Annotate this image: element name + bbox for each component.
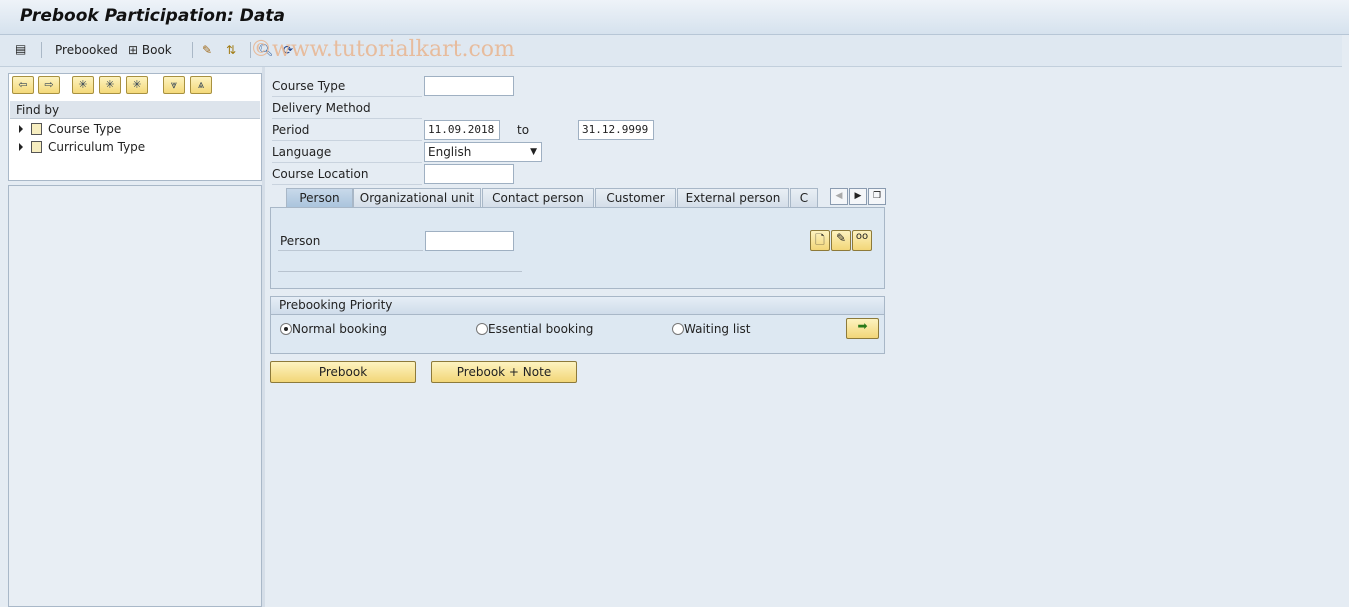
chevron-down-icon[interactable]: ▼ <box>530 143 537 161</box>
course-type-label: Course Type <box>272 76 422 97</box>
tab-person[interactable]: Person <box>286 188 353 208</box>
person-tab-panel: Person 🗋 ✎ oo <box>270 207 885 289</box>
language-select[interactable]: English ▼ <box>424 142 542 162</box>
period-to-label: to <box>517 123 530 137</box>
forward-arrow-icon[interactable]: ⇨ <box>38 76 60 94</box>
navigator-result-panel <box>8 185 262 607</box>
expand-all-icon[interactable]: ⩔ <box>163 76 185 94</box>
tab-scroll-right-icon[interactable]: ▶ <box>849 188 867 205</box>
create-icon[interactable]: 🗋 <box>810 230 830 251</box>
tab-external-person[interactable]: External person <box>677 188 789 208</box>
delivery-method-label: Delivery Method <box>272 98 422 119</box>
node-icon[interactable]: ✳ <box>99 76 121 94</box>
course-location-label: Course Location <box>272 164 422 185</box>
document-icon <box>31 141 42 153</box>
radio-label: Waiting list <box>684 322 751 336</box>
prebook-button[interactable]: Prebook <box>270 361 416 383</box>
book-label: Book <box>141 43 172 57</box>
back-arrow-icon[interactable]: ⇦ <box>12 76 34 94</box>
tree-item-course-type[interactable]: Course Type <box>19 122 121 136</box>
tab-organizational-unit[interactable]: Organizational unit <box>353 188 481 208</box>
display-glasses-icon[interactable]: oo <box>852 230 872 251</box>
radio-waiting-list[interactable]: Waiting list <box>672 322 751 336</box>
prebooked-button[interactable]: Prebooked <box>55 43 118 57</box>
tab-customer[interactable]: Customer <box>595 188 676 208</box>
prebooking-priority-title: Prebooking Priority <box>271 297 884 315</box>
course-location-input[interactable] <box>424 164 514 184</box>
tab-contact-person[interactable]: Contact person <box>482 188 594 208</box>
tree-label: Curriculum Type <box>48 140 146 154</box>
expand-icon[interactable] <box>19 143 23 151</box>
period-from-input[interactable]: 11.09.2018 <box>424 120 500 140</box>
search-icon[interactable]: 🔍︎ <box>258 43 273 57</box>
person-label: Person <box>278 231 423 251</box>
find-by-header: Find by <box>10 101 260 119</box>
radio-essential-booking[interactable]: Essential booking <box>476 322 593 336</box>
tab-more[interactable]: C <box>790 188 818 208</box>
splitter-handle[interactable] <box>262 67 265 607</box>
language-value: English <box>428 145 472 159</box>
add-node-icon[interactable]: ✳ <box>72 76 94 94</box>
move-icon[interactable]: ⇅ <box>226 43 236 57</box>
prebooking-priority-group: Prebooking Priority Normal booking Essen… <box>270 296 885 354</box>
book-button[interactable]: ⊞ Book <box>128 43 172 57</box>
collapse-all-icon[interactable]: ⩓ <box>190 76 212 94</box>
navigation-tree-panel: ⇦ ⇨ ✳ ✳ ✳ ⩔ ⩓ Find by Course Type Curric… <box>8 73 262 181</box>
period-label: Period <box>272 120 422 141</box>
period-to-input[interactable]: 31.12.9999 <box>578 120 654 140</box>
expand-icon[interactable] <box>19 125 23 133</box>
scroll-icon[interactable]: ✎ <box>202 43 212 57</box>
radio-label: Essential booking <box>488 322 594 336</box>
application-toolbar: ▤ Prebooked ⊞ Book ✎ ⇅ 🔍︎ ⟳ <box>0 35 1342 67</box>
list-icon[interactable]: ▤ <box>15 42 26 56</box>
tab-list-icon[interactable]: ❐ <box>868 188 886 205</box>
language-label: Language <box>272 142 422 163</box>
radio-label: Normal booking <box>292 322 388 336</box>
page-title: Prebook Participation: Data <box>20 6 285 26</box>
tree-item-curriculum-type[interactable]: Curriculum Type <box>19 140 145 154</box>
document-icon <box>31 123 42 135</box>
tab-scroll-left-icon[interactable]: ◀ <box>830 188 848 205</box>
refresh-icon[interactable]: ⟳ <box>283 43 293 57</box>
delete-node-icon[interactable]: ✳ <box>126 76 148 94</box>
prebook-note-button[interactable]: Prebook + Note <box>431 361 577 383</box>
title-bar: Prebook Participation: Data <box>0 0 1349 35</box>
radio-normal-booking[interactable]: Normal booking <box>280 322 387 336</box>
edit-pencil-icon[interactable]: ✎ <box>831 230 851 251</box>
person-input[interactable] <box>425 231 514 251</box>
tree-label: Course Type <box>48 122 122 136</box>
course-type-input[interactable] <box>424 76 514 96</box>
transfer-icon[interactable]: ➡ <box>846 318 879 339</box>
hierarchy-icon: ⊞ <box>128 43 139 57</box>
